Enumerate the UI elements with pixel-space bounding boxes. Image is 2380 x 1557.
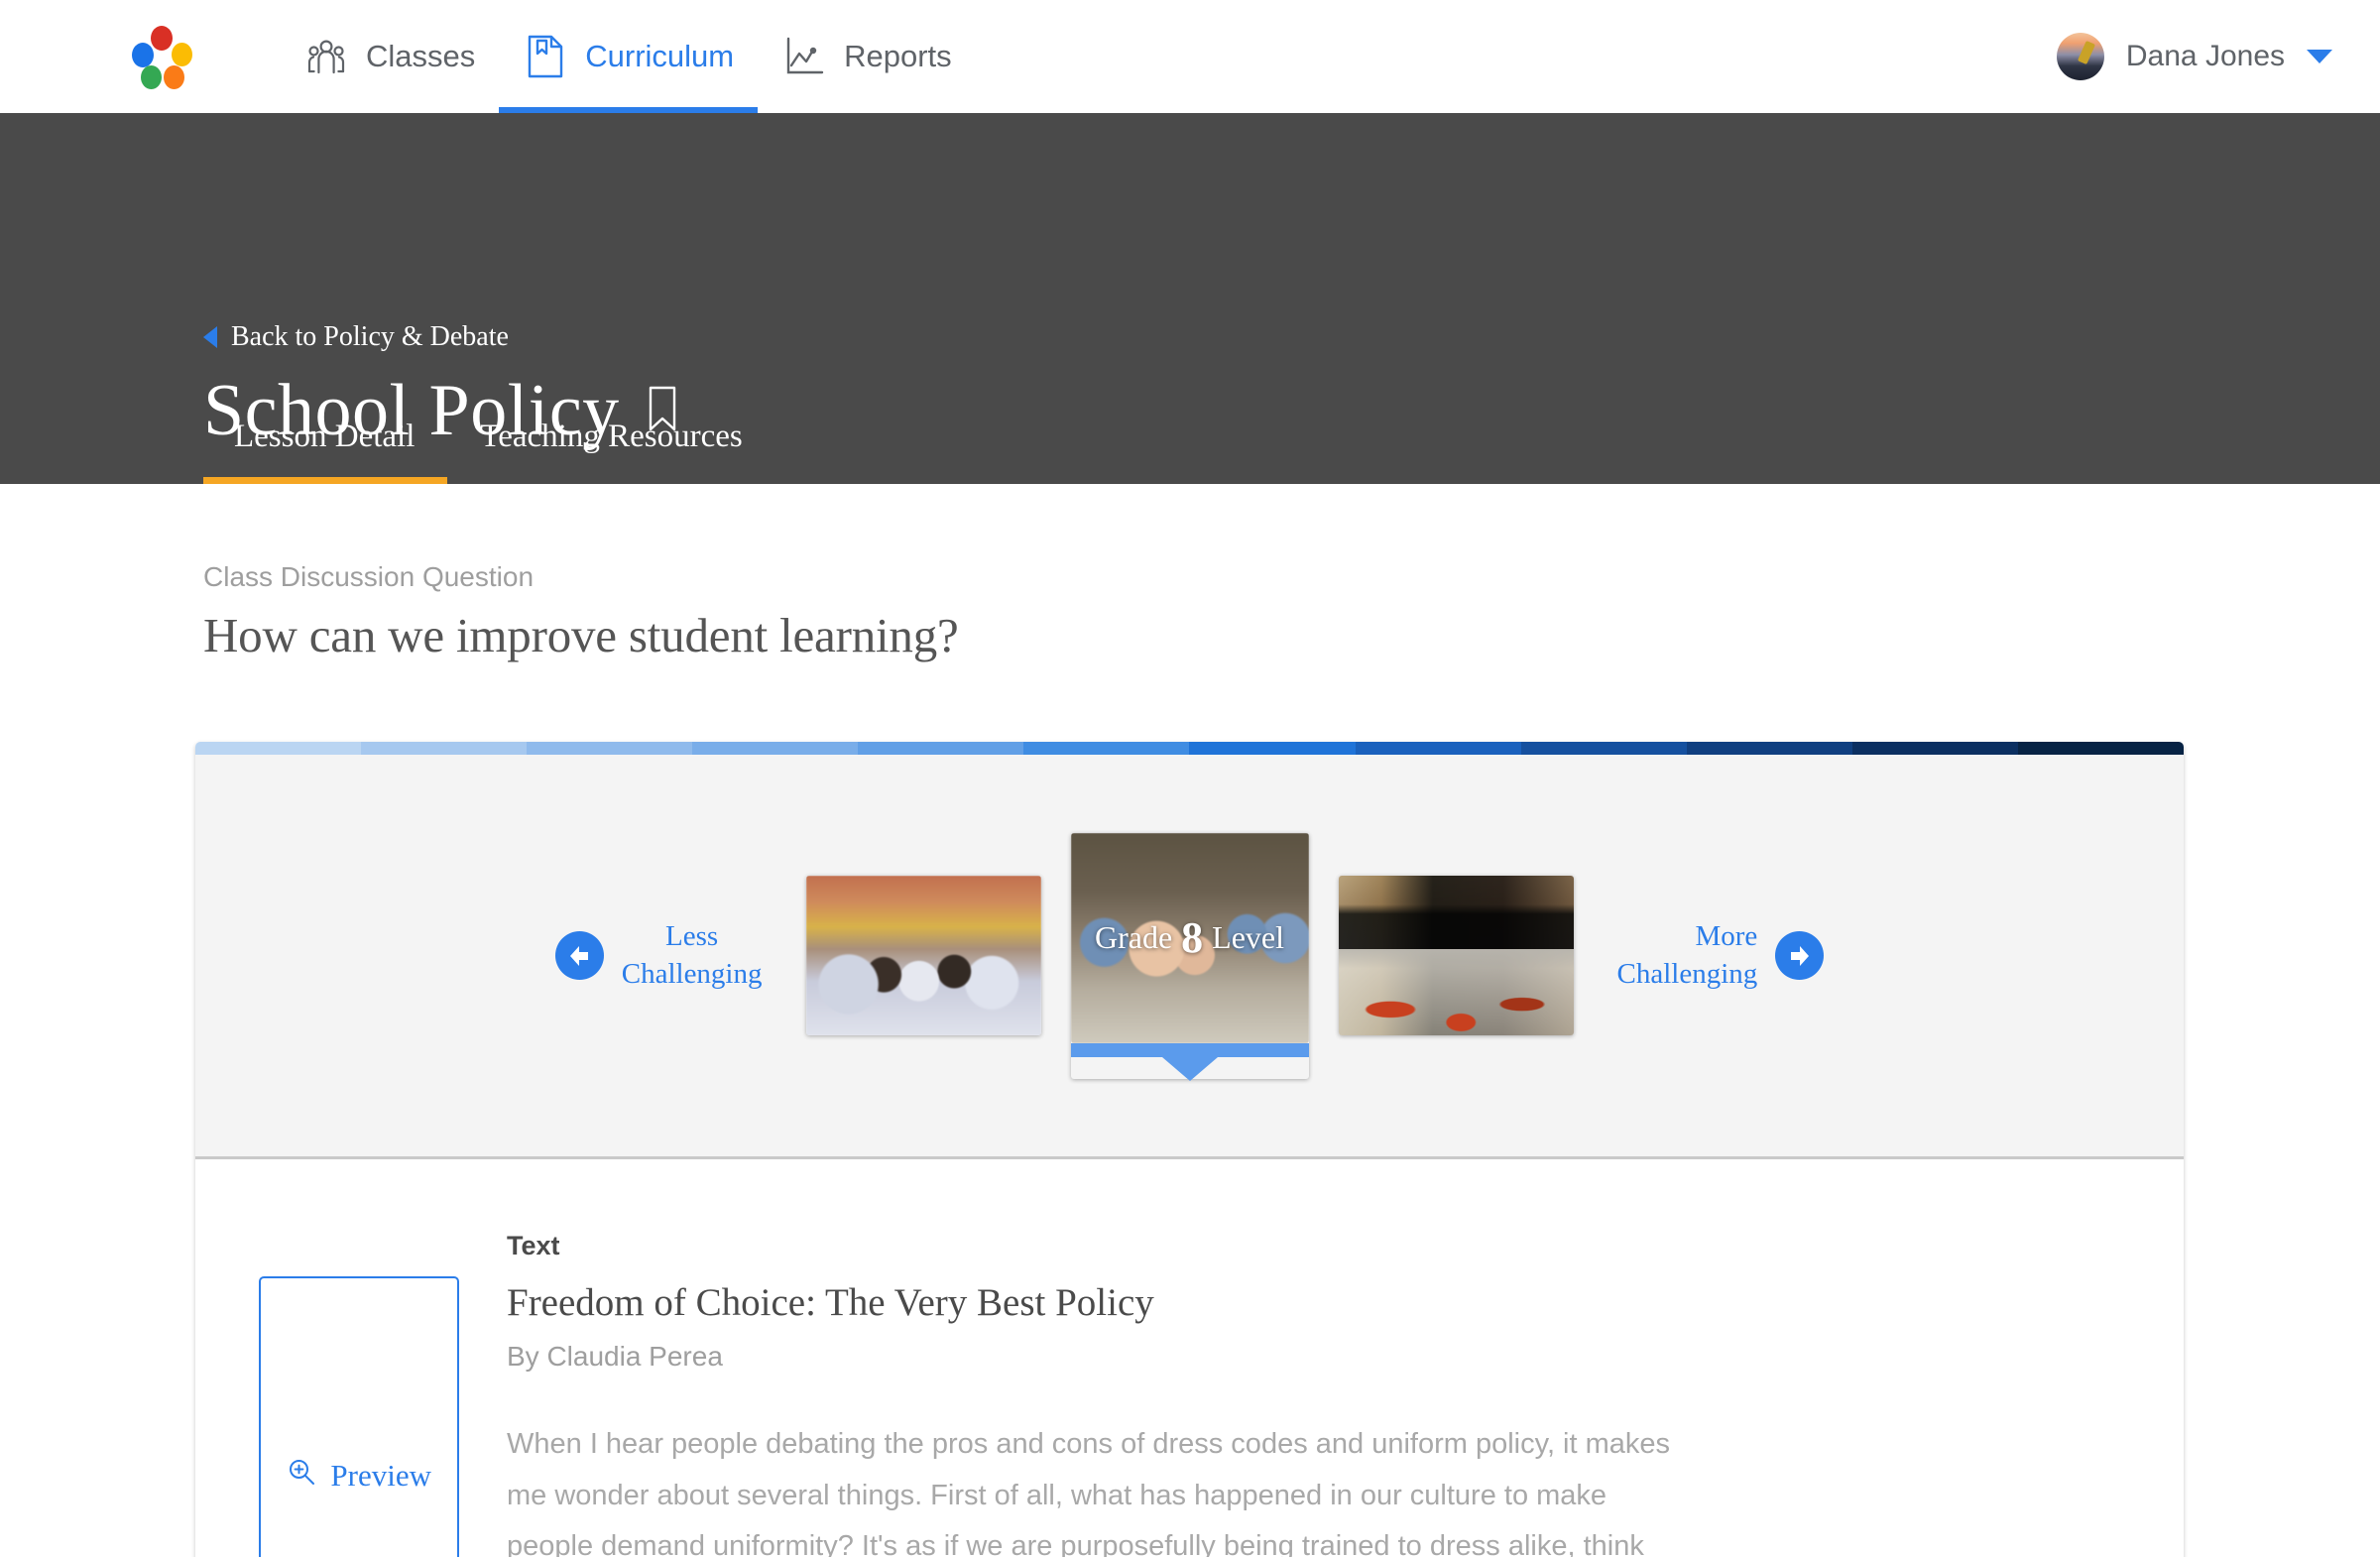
thumbnail-lower-grade-image: [805, 876, 1041, 1035]
logo-dot-yellow: [172, 43, 192, 66]
gradient-segment-1: [195, 742, 362, 755]
preview-button[interactable]: Preview: [259, 1276, 459, 1557]
line-chart-icon: [781, 34, 827, 79]
less-challenging-control[interactable]: Less Challenging: [554, 918, 763, 992]
thumbnail-higher-grade[interactable]: [1338, 876, 1574, 1035]
back-link[interactable]: Back to Policy & Debate: [203, 321, 509, 353]
zoom-in-icon: [287, 1457, 316, 1495]
resource-body-text: When I hear people debating the pros and…: [507, 1428, 1671, 1557]
user-name-label: Dana Jones: [2125, 40, 2285, 72]
logo-dot-orange: [164, 65, 184, 89]
gradient-segment-11: [1851, 742, 2018, 755]
gradient-segment-8: [1355, 742, 1521, 755]
app-logo[interactable]: [124, 22, 198, 91]
tab-lesson-detail-label: Lesson Detail: [234, 419, 416, 454]
grade-level-carousel: Less Challenging Grade 8 Level More Chal…: [195, 755, 2184, 1159]
nav-item-classes-label: Classes: [366, 39, 476, 73]
resource-author: By Claudia Perea: [507, 1341, 723, 1372]
gradient-segment-12: [2017, 742, 2184, 755]
selected-indicator-bar: [1070, 1042, 1309, 1057]
nav-item-classes[interactable]: Classes: [280, 0, 499, 113]
gradient-segment-10: [1686, 742, 1852, 755]
resource-text-column: Text Freedom of Choice: The Very Best Po…: [507, 1231, 2184, 1557]
arrow-left-circle-icon: [554, 931, 604, 980]
more-challenging-label: More Challenging: [1616, 920, 1758, 990]
nav-item-reports[interactable]: Reports: [758, 0, 976, 113]
gradient-segment-7: [1189, 742, 1356, 755]
tab-teaching-resources[interactable]: Teaching Resources: [447, 419, 774, 484]
nav-item-curriculum[interactable]: Curriculum: [499, 0, 758, 113]
gradient-segment-6: [1023, 742, 1190, 755]
logo-dot-blue: [132, 43, 154, 67]
difficulty-gradient-bar: [195, 742, 2184, 755]
tab-lesson-detail[interactable]: Lesson Detail: [203, 419, 448, 484]
tab-teaching-resources-label: Teaching Resources: [480, 419, 743, 454]
thumbnail-higher-grade-image: [1338, 876, 1574, 1035]
user-menu[interactable]: Dana Jones: [2056, 0, 2332, 113]
primary-nav-items: Classes Curriculum Reports: [280, 0, 976, 113]
left-triangle-icon: [203, 326, 217, 348]
logo-dot-red: [151, 26, 173, 51]
gradient-segment-4: [692, 742, 859, 755]
grade-level-label: Grade 8 Level: [1071, 833, 1309, 1043]
grade-number: 8: [1181, 913, 1204, 962]
arrow-right-circle-icon: [1775, 931, 1825, 980]
resource-type-label: Text: [507, 1231, 560, 1260]
thumbnail-lower-grade[interactable]: [805, 876, 1041, 1035]
gradient-segment-3: [527, 742, 693, 755]
gradient-segment-9: [1520, 742, 1687, 755]
chevron-down-icon[interactable]: [2307, 50, 2332, 63]
less-challenging-label: Less Challenging: [621, 920, 763, 990]
gradient-segment-5: [858, 742, 1024, 755]
grade-prefix: Grade: [1094, 919, 1173, 955]
thumbnail-current-grade[interactable]: Grade 8 Level: [1070, 832, 1309, 1081]
resource-title: Freedom of Choice: The Very Best Policy: [507, 1281, 1154, 1324]
top-navigation-bar: Classes Curriculum Reports Dana Jones: [0, 0, 2380, 113]
nav-item-curriculum-label: Curriculum: [585, 39, 735, 73]
grade-suffix: Level: [1212, 919, 1284, 955]
main-content: Class Discussion Question How can we imp…: [0, 561, 2380, 1557]
section-kicker: Class Discussion Question: [203, 561, 535, 592]
more-challenging-control[interactable]: More Challenging: [1617, 918, 1825, 992]
people-icon: [303, 34, 349, 79]
preview-column: Preview: [195, 1231, 507, 1557]
logo-dot-green: [141, 65, 162, 89]
avatar: [2056, 33, 2104, 80]
preview-button-label: Preview: [330, 1458, 431, 1494]
resource-content: Preview Text Freedom of Choice: The Very…: [195, 1159, 2184, 1557]
nav-item-reports-label: Reports: [844, 39, 952, 73]
back-link-label: Back to Policy & Debate: [231, 321, 509, 352]
selected-indicator-arrow-icon: [1161, 1056, 1218, 1081]
lesson-card: Less Challenging Grade 8 Level More Chal…: [195, 742, 2184, 1557]
page-hero-header: Back to Policy & Debate School Policy Le…: [0, 113, 2380, 484]
grade-thumbnails: Grade 8 Level: [805, 832, 1574, 1081]
hero-tabs: Lesson Detail Teaching Resources: [203, 419, 775, 484]
discussion-question: How can we improve student learning?: [203, 608, 959, 662]
gradient-segment-2: [361, 742, 528, 755]
bookmarked-document-icon: [523, 34, 568, 79]
